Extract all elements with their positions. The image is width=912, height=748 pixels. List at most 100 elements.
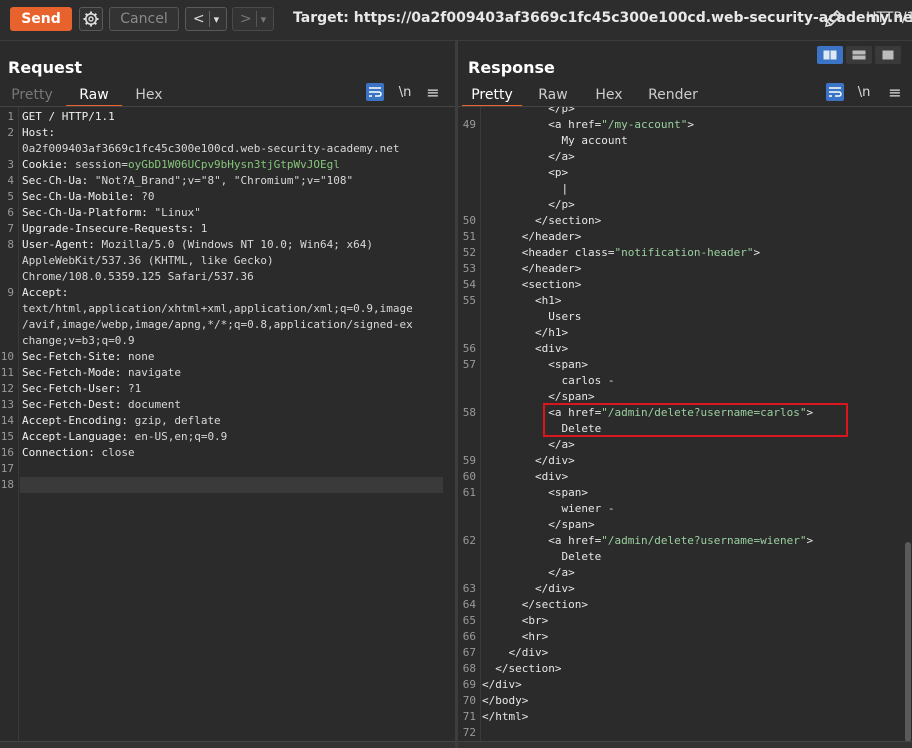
line-number: 66 bbox=[462, 630, 476, 643]
http-version-label[interactable]: HTTP/1 bbox=[866, 10, 912, 26]
header-name: Sec-Fetch-Site: bbox=[22, 350, 122, 363]
back-arrow-icon: < bbox=[192, 11, 205, 27]
forward-button[interactable]: > ▾ bbox=[232, 7, 274, 31]
tab-response-pretty[interactable]: Pretty bbox=[462, 85, 522, 107]
header-value: ?0 bbox=[134, 190, 155, 203]
forward-dropdown-icon[interactable]: ▾ bbox=[261, 13, 267, 26]
request-line: Accept: bbox=[22, 285, 68, 301]
response-menu-icon[interactable]: ≡ bbox=[886, 83, 904, 102]
header-value: /avif,image/webp,image/apng,*/*;q=0.8,ap… bbox=[22, 318, 413, 331]
request-line: 0a2f009403af3669c1fc45c300e100cd.web-sec… bbox=[22, 141, 400, 157]
line-number: 55 bbox=[462, 294, 476, 307]
request-line: text/html,application/xhtml+xml,applicat… bbox=[22, 301, 413, 317]
header-value: document bbox=[121, 398, 181, 411]
line-number: 9 bbox=[7, 286, 14, 299]
line-number: 1 bbox=[7, 110, 14, 123]
header-name: GET / HTTP/1.1 bbox=[22, 110, 115, 123]
response-line: <span> bbox=[482, 486, 588, 499]
tab-response-render[interactable]: Render bbox=[646, 85, 700, 107]
edit-target-button[interactable] bbox=[822, 8, 844, 30]
line-number: 7 bbox=[7, 222, 14, 235]
response-line: </a> bbox=[482, 438, 575, 451]
wrap-lines-button[interactable] bbox=[826, 83, 844, 101]
request-line: change;v=b3;q=0.9 bbox=[22, 333, 135, 349]
request-line: Sec-Fetch-User: ?1 bbox=[22, 381, 141, 397]
line-number: 53 bbox=[462, 262, 476, 275]
line-number: 10 bbox=[0, 350, 14, 363]
response-line: carlos - bbox=[482, 374, 615, 387]
request-line: Host: bbox=[22, 125, 55, 141]
tab-request-pretty[interactable]: Pretty bbox=[6, 85, 58, 107]
line-number: 61 bbox=[462, 486, 476, 499]
response-scrollbar[interactable] bbox=[905, 542, 911, 742]
tab-request-hex[interactable]: Hex bbox=[128, 85, 170, 107]
line-number: 11 bbox=[0, 366, 14, 379]
request-panel: Request Pretty Raw Hex \n ≡ 1 GET / HTTP/… bbox=[0, 41, 455, 748]
tab-request-raw[interactable]: Raw bbox=[66, 85, 122, 107]
header-value: Chrome/108.0.5359.125 Safari/537.36 bbox=[22, 270, 254, 283]
view-stacked-button[interactable] bbox=[846, 46, 872, 64]
line-number: 58 bbox=[462, 406, 476, 419]
line-number: 72 bbox=[462, 726, 476, 739]
request-line: Chrome/108.0.5359.125 Safari/537.36 bbox=[22, 269, 254, 285]
response-line: </div> bbox=[482, 582, 575, 595]
request-line: Sec-Fetch-Site: none bbox=[22, 349, 154, 365]
newline-toggle-button[interactable]: \n bbox=[855, 83, 873, 101]
response-line: <span> bbox=[482, 358, 588, 371]
back-dropdown-icon[interactable]: ▾ bbox=[214, 13, 220, 26]
header-value: AppleWebKit/537.36 (KHTML, like Gecko) bbox=[22, 254, 274, 267]
request-line: Cookie: session=oyGbD1W06UCpv9bHysn3tjGt… bbox=[22, 157, 340, 173]
forward-arrow-icon: > bbox=[239, 11, 252, 27]
cancel-button[interactable]: Cancel bbox=[109, 7, 179, 31]
highlighted-delete-link-box bbox=[543, 403, 848, 437]
request-line: Sec-Ch-Ua-Platform: "Linux" bbox=[22, 205, 201, 221]
settings-button[interactable] bbox=[79, 7, 103, 31]
toolbar: Send Cancel < ▾ > ▾ Target: https://0a2f… bbox=[0, 0, 912, 41]
request-editor[interactable]: 1 GET / HTTP/1.1 2 Host: 0a2f009403af3669c1f… bbox=[0, 107, 455, 748]
response-line: </div> bbox=[482, 454, 575, 467]
line-number: 69 bbox=[462, 678, 476, 691]
back-button[interactable]: < ▾ bbox=[185, 7, 227, 31]
line-number: 71 bbox=[462, 710, 476, 723]
header-value: change;v=b3;q=0.9 bbox=[22, 334, 135, 347]
response-line: </section> bbox=[482, 662, 562, 675]
line-number: 67 bbox=[462, 646, 476, 659]
request-line: Accept-Language: en-US,en;q=0.9 bbox=[22, 429, 227, 445]
response-line: <a href="/my-account"> bbox=[482, 118, 694, 131]
tab-response-hex[interactable]: Hex bbox=[590, 85, 628, 107]
response-line: </a> bbox=[482, 566, 575, 579]
cookie-value: oyGbD1W06UCpv9bHysn3tjGtpWvJOEgl bbox=[127, 158, 340, 171]
header-name: Sec-Ch-Ua-Mobile: bbox=[22, 190, 135, 203]
response-line: </section> bbox=[482, 214, 602, 227]
line-number: 2 bbox=[7, 126, 14, 139]
header-value: Mozilla/5.0 (Windows NT 10.0; Win64; x64… bbox=[94, 238, 374, 251]
response-line: <div> bbox=[482, 470, 569, 483]
response-line: <section> bbox=[482, 278, 582, 291]
header-value: navigate bbox=[121, 366, 181, 379]
response-line: My account bbox=[482, 134, 628, 147]
request-line: AppleWebKit/537.36 (KHTML, like Gecko) bbox=[22, 253, 274, 269]
request-line: Sec-Ch-Ua-Mobile: ?0 bbox=[22, 189, 154, 205]
view-single-button[interactable] bbox=[875, 46, 901, 64]
response-line: </header> bbox=[482, 262, 582, 275]
response-line: </p> bbox=[482, 107, 575, 115]
header-value: close bbox=[94, 446, 135, 459]
newline-toggle-button[interactable]: \n bbox=[396, 83, 414, 101]
header-name: Sec-Fetch-Dest: bbox=[22, 398, 122, 411]
header-value: gzip, deflate bbox=[127, 414, 221, 427]
target-label: Target: https://0a2f009403af3669c1fc45c3… bbox=[293, 10, 912, 26]
view-side-by-side-button[interactable] bbox=[817, 46, 843, 64]
header-value: 1 bbox=[194, 222, 208, 235]
send-button[interactable]: Send bbox=[10, 7, 72, 31]
header-value: none bbox=[121, 350, 155, 363]
wrap-lines-icon bbox=[369, 87, 382, 97]
response-line: </section> bbox=[482, 598, 588, 611]
line-number: 64 bbox=[462, 598, 476, 611]
response-editor[interactable]: </p> 49 <a href="/my-account"> My account… bbox=[458, 107, 912, 748]
line-number: 62 bbox=[462, 534, 476, 547]
response-line: Delete bbox=[482, 550, 602, 563]
wrap-lines-button[interactable] bbox=[366, 83, 384, 101]
current-line-highlight bbox=[20, 477, 443, 493]
tab-response-raw[interactable]: Raw bbox=[534, 85, 572, 107]
request-menu-icon[interactable]: ≡ bbox=[424, 83, 442, 102]
